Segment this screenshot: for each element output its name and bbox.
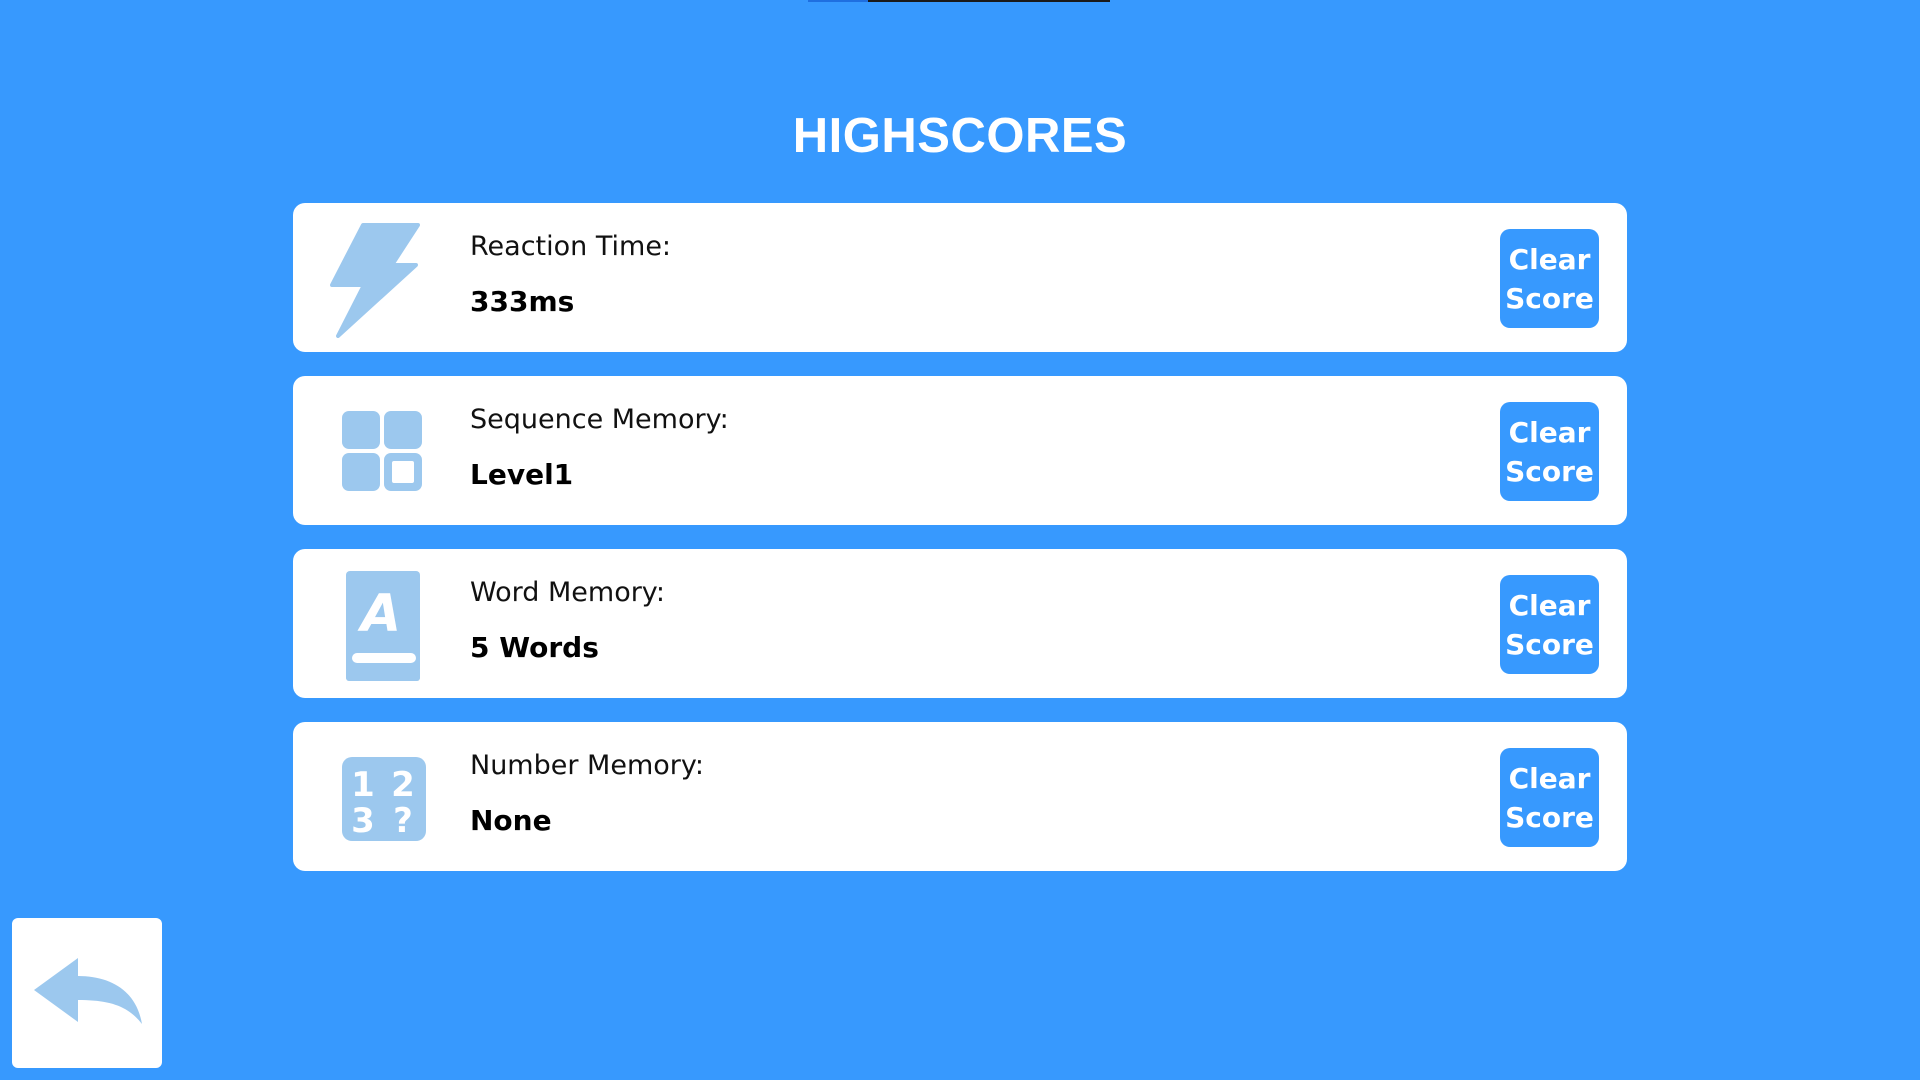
lightning-icon	[328, 223, 428, 338]
score-label: Number Memory:	[470, 750, 704, 781]
clear-score-button-word-memory[interactable]: Clear Score	[1500, 575, 1599, 674]
book-letter-icon: A	[328, 569, 428, 684]
score-card-number-memory: 1 2 3 ? Number Memory: None Clear Score	[293, 722, 1627, 871]
page-title: HIGHSCORES	[792, 109, 1128, 163]
highscores-page: HIGHSCORES Reaction Time: 333ms Clear Sc…	[0, 0, 1920, 1080]
numbers-icon: 1 2 3 ?	[328, 742, 428, 857]
svg-text:?: ?	[393, 801, 413, 841]
clear-score-button-sequence-memory[interactable]: Clear Score	[1500, 402, 1599, 501]
clear-score-button-number-memory[interactable]: Clear Score	[1500, 748, 1599, 847]
top-progress-indicator	[808, 0, 1110, 2]
back-button[interactable]	[12, 918, 162, 1068]
score-value: 333ms	[470, 285, 575, 318]
grid-icon	[328, 396, 428, 511]
score-card-word-memory: A Word Memory: 5 Words Clear Score	[293, 549, 1627, 698]
svg-text:2: 2	[391, 765, 415, 805]
score-label: Word Memory:	[470, 577, 665, 608]
clear-score-button-reaction-time[interactable]: Clear Score	[1500, 229, 1599, 328]
score-label: Reaction Time:	[470, 231, 672, 262]
score-label: Sequence Memory:	[470, 404, 729, 435]
back-arrow-icon	[34, 958, 142, 1024]
svg-text:3: 3	[351, 801, 375, 841]
score-card-reaction-time: Reaction Time: 333ms Clear Score	[293, 203, 1627, 352]
score-value: Level1	[470, 458, 574, 491]
svg-text:A: A	[357, 584, 401, 644]
score-list: Reaction Time: 333ms Clear Score Sequenc…	[293, 203, 1627, 895]
score-card-sequence-memory: Sequence Memory: Level1 Clear Score	[293, 376, 1627, 525]
svg-text:1: 1	[351, 765, 375, 805]
score-value: None	[470, 804, 552, 837]
score-value: 5 Words	[470, 631, 599, 664]
